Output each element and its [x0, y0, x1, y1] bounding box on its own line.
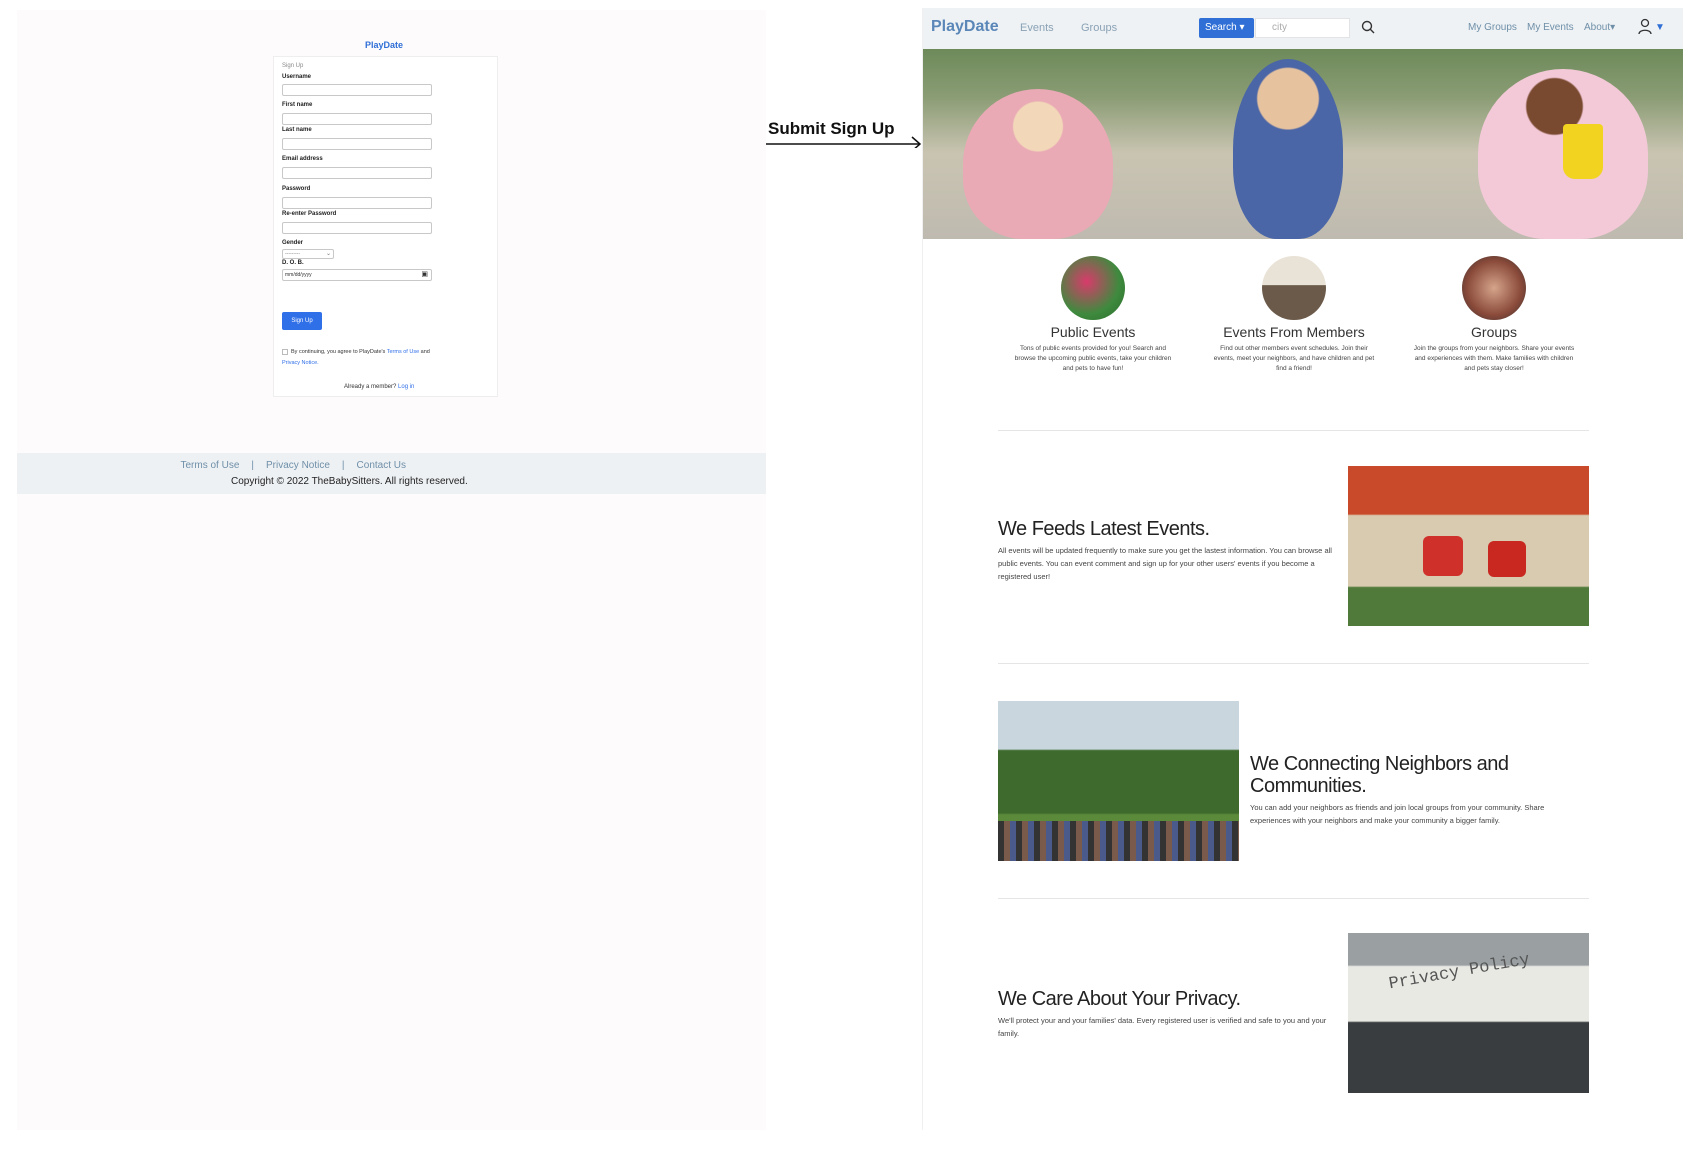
feature-desc: Join the groups from your neighbors. Sha… — [1413, 345, 1575, 372]
privacy-typewriter-photo: Privacy Policy — [1348, 933, 1589, 1093]
feature-desc: Find out other members event schedules. … — [1213, 345, 1375, 372]
public-events-photo — [1061, 256, 1125, 320]
footer-separator: | — [251, 460, 255, 471]
hero-yellow-bucket — [1563, 124, 1603, 179]
gender-label: Gender — [282, 240, 304, 246]
footer-separator: | — [341, 460, 345, 471]
section-desc: All events will be updated frequently to… — [998, 546, 1332, 581]
already-member-text: Already a member? — [344, 384, 399, 390]
privacy-link[interactable]: Privacy Notice. — [282, 360, 319, 366]
nav-events-link[interactable]: Events — [1020, 22, 1054, 34]
gender-select[interactable]: --------- ⌄ — [282, 249, 334, 259]
feature-public-events[interactable]: Public Events Tons of public events prov… — [1003, 256, 1183, 374]
toy-car-shape — [1488, 541, 1526, 577]
password-field[interactable] — [282, 197, 432, 209]
agree-prefix: By continuing, you agree to PlayDate's — [291, 349, 387, 355]
section-divider — [998, 898, 1589, 899]
signup-form-card: Sign Up Username First name Last name Em… — [273, 56, 498, 397]
last-name-label: Last name — [282, 127, 312, 133]
hero-child-figure — [963, 89, 1113, 239]
dob-placeholder: mm/dd/yyyy — [285, 272, 312, 278]
footer-links: Terms of Use | Privacy Notice | Contact Us — [17, 460, 412, 471]
username-field[interactable] — [282, 84, 432, 96]
email-label: Email address — [282, 156, 323, 162]
feature-events-from-members[interactable]: Events From Members Find out other membe… — [1204, 256, 1384, 374]
footer-privacy-link[interactable]: Privacy Notice — [266, 460, 330, 471]
terms-agreement: By continuing, you agree to PlayDate's T… — [282, 347, 492, 369]
privacy-photo-text: Privacy Policy — [1387, 950, 1532, 995]
section-desc: You can add your neighbors as friends an… — [1250, 803, 1545, 825]
navbar: PlayDate Events Groups Search ▾ city My … — [923, 8, 1683, 49]
gender-select-value: --------- — [285, 251, 300, 257]
signup-brand[interactable]: PlayDate — [365, 40, 403, 50]
footer-copyright: Copyright © 2022 TheBabySitters. All rig… — [231, 476, 468, 487]
chevron-down-icon: ⌄ — [325, 251, 331, 257]
last-name-field[interactable] — [282, 138, 432, 150]
search-dropdown-button[interactable]: Search ▾ — [1199, 18, 1254, 38]
section-divider — [998, 430, 1589, 431]
terms-link[interactable]: Terms of Use — [387, 349, 419, 355]
section-latest-events: We Feeds Latest Events. All events will … — [998, 518, 1338, 583]
playground-photo — [1348, 466, 1589, 626]
user-icon[interactable] — [1637, 18, 1653, 36]
search-icon[interactable] — [1360, 19, 1376, 35]
feature-title: Events From Members — [1223, 324, 1365, 340]
signup-footer: Terms of Use | Privacy Notice | Contact Us C… — [17, 453, 766, 494]
password-label: Password — [282, 186, 311, 192]
nav-groups-link[interactable]: Groups — [1081, 22, 1117, 34]
footer-terms-link[interactable]: Terms of Use — [181, 460, 240, 471]
signup-page: PlayDate Sign Up Username First name Las… — [17, 10, 766, 1130]
agree-and: and — [419, 349, 430, 355]
feature-title: Groups — [1471, 324, 1517, 340]
feature-groups[interactable]: Groups Join the groups from your neighbo… — [1404, 256, 1584, 374]
nav-brand[interactable]: PlayDate — [931, 18, 999, 36]
community-park-photo — [998, 701, 1239, 861]
first-name-field[interactable] — [282, 113, 432, 125]
username-label: Username — [282, 74, 312, 80]
section-divider — [998, 663, 1589, 664]
feature-title: Public Events — [1050, 324, 1136, 340]
section-connecting-neighbors: We Connecting Neighbors and Communities.… — [1250, 753, 1580, 827]
section-title: We Feeds Latest Events. — [998, 518, 1210, 540]
first-name-label: First name — [282, 102, 313, 108]
section-title: We Connecting Neighbors and Communities. — [1250, 753, 1509, 797]
reenter-password-field[interactable] — [282, 222, 432, 234]
groups-photo — [1462, 256, 1526, 320]
section-desc: We'll protect your and your families' da… — [998, 1016, 1327, 1038]
already-member: Already a member? Log in — [344, 384, 414, 390]
email-field[interactable] — [282, 167, 432, 179]
section-privacy: We Care About Your Privacy. We'll protec… — [998, 988, 1338, 1040]
toy-car-shape — [1423, 536, 1463, 576]
calendar-icon[interactable]: ▣ — [421, 270, 428, 280]
dob-label: D. O. B. — [282, 260, 304, 266]
members-events-photo — [1262, 256, 1326, 320]
dob-field[interactable]: mm/dd/yyyy ▣ — [282, 269, 432, 281]
crowd-shape — [998, 821, 1239, 861]
feature-row: Public Events Tons of public events prov… — [923, 256, 1683, 386]
login-link[interactable]: Log in — [398, 384, 414, 390]
sign-up-button[interactable]: Sign Up — [282, 312, 322, 330]
hero-child-figure — [1233, 59, 1343, 239]
nav-my-groups-link[interactable]: My Groups — [1468, 22, 1517, 33]
signup-form-title: Sign Up — [282, 63, 304, 69]
nav-my-events-link[interactable]: My Events — [1527, 22, 1574, 33]
flow-arrow-icon — [766, 136, 922, 148]
nav-about-dropdown[interactable]: About▾ — [1584, 22, 1615, 33]
home-page: PlayDate Events Groups Search ▾ city My … — [922, 8, 1683, 1130]
reenter-password-label: Re-enter Password — [282, 211, 337, 217]
city-search-input[interactable]: city — [1255, 18, 1350, 38]
feature-desc: Tons of public events provided for you! … — [1014, 345, 1172, 372]
hero-image — [923, 49, 1683, 239]
section-title: We Care About Your Privacy. — [998, 988, 1241, 1010]
stage: PlayDate Sign Up Username First name Las… — [0, 0, 1696, 1172]
footer-contact-link[interactable]: Contact Us — [357, 460, 406, 471]
user-menu-chevron-icon[interactable]: ▼ — [1655, 22, 1665, 33]
agree-checkbox[interactable] — [282, 348, 288, 355]
